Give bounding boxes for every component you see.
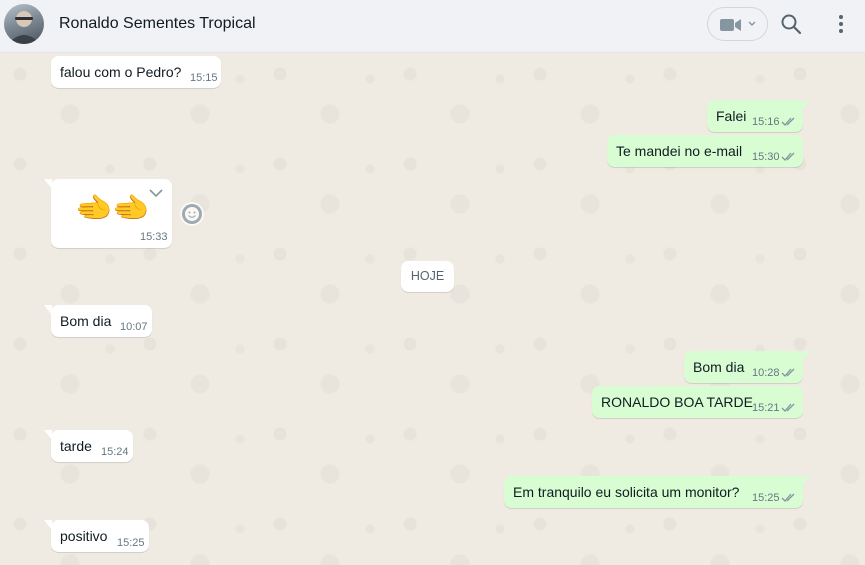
react-emoji-button[interactable] — [180, 202, 204, 226]
incoming-message[interactable]: tarde 15:24 — [44, 430, 133, 462]
avatar[interactable] — [4, 4, 44, 44]
message-time: 15:25 — [752, 492, 780, 504]
message-text: positivo — [60, 528, 108, 544]
incoming-message[interactable]: falou com o Pedro? 15:15 — [51, 56, 221, 88]
message-time: 10:07 — [120, 321, 148, 333]
video-call-button[interactable] — [707, 7, 768, 41]
bubble-tail — [44, 430, 52, 440]
contact-name[interactable]: Ronaldo Sementes Tropical — [59, 15, 256, 33]
bubble-tail — [802, 100, 810, 110]
message-time: 15:16 — [752, 116, 780, 128]
message-time: 15:24 — [101, 446, 129, 458]
message-time: 10:28 — [752, 367, 780, 379]
read-ticks-icon — [781, 368, 795, 377]
message-text: 🫲🫲 — [75, 192, 150, 225]
read-ticks-icon — [781, 493, 795, 502]
read-ticks-icon — [781, 152, 795, 161]
chat-header: Ronaldo Sementes Tropical — [0, 0, 865, 53]
outgoing-message[interactable]: RONALDO BOA TARDE 15:21 — [592, 386, 803, 418]
search-icon[interactable] — [780, 13, 802, 35]
read-ticks-icon — [781, 117, 795, 126]
incoming-message[interactable]: Bom dia 10:07 — [44, 305, 152, 337]
message-time: 15:25 — [117, 537, 145, 549]
bubble-tail — [802, 351, 810, 361]
message-time: 15:30 — [752, 151, 780, 163]
video-camera-icon — [720, 19, 741, 31]
message-text: Bom dia — [693, 359, 745, 375]
message-text: tarde — [60, 438, 92, 454]
incoming-message[interactable]: positivo 15:25 — [44, 520, 149, 552]
outgoing-message[interactable]: Falei 15:16 — [707, 100, 810, 132]
message-text: RONALDO BOA TARDE — [601, 394, 753, 410]
kebab-menu-icon[interactable] — [834, 13, 848, 35]
bubble-tail — [44, 520, 52, 530]
chevron-down-icon — [748, 21, 756, 26]
smiley-icon — [182, 204, 202, 224]
outgoing-message[interactable]: Te mandei no e-mail 15:30 — [607, 135, 803, 167]
message-time: 15:21 — [752, 402, 780, 414]
message-text: Te mandei no e-mail — [616, 143, 743, 159]
bubble-tail — [44, 179, 52, 189]
day-separator: HOJE — [401, 261, 454, 292]
message-text: Em tranquilo eu solicita um monitor? — [513, 484, 740, 500]
read-ticks-icon — [781, 403, 795, 412]
bubble-tail — [44, 305, 52, 315]
message-text: Bom dia — [60, 313, 112, 329]
message-time: 15:33 — [140, 231, 168, 243]
bubble-tail — [802, 476, 810, 486]
incoming-emoji-message[interactable]: 🫲🫲 15:33 — [44, 179, 172, 248]
message-time: 15:15 — [190, 72, 218, 84]
outgoing-message[interactable]: Bom dia 10:28 — [684, 351, 810, 383]
message-text: Falei — [716, 108, 747, 124]
message-text: falou com o Pedro? — [60, 64, 182, 80]
outgoing-message[interactable]: Em tranquilo eu solicita um monitor? 15:… — [504, 476, 810, 508]
message-list[interactable]: falou com o Pedro? 15:15 Falei 15:16 Te … — [0, 54, 865, 565]
chevron-down-icon[interactable] — [149, 189, 163, 198]
